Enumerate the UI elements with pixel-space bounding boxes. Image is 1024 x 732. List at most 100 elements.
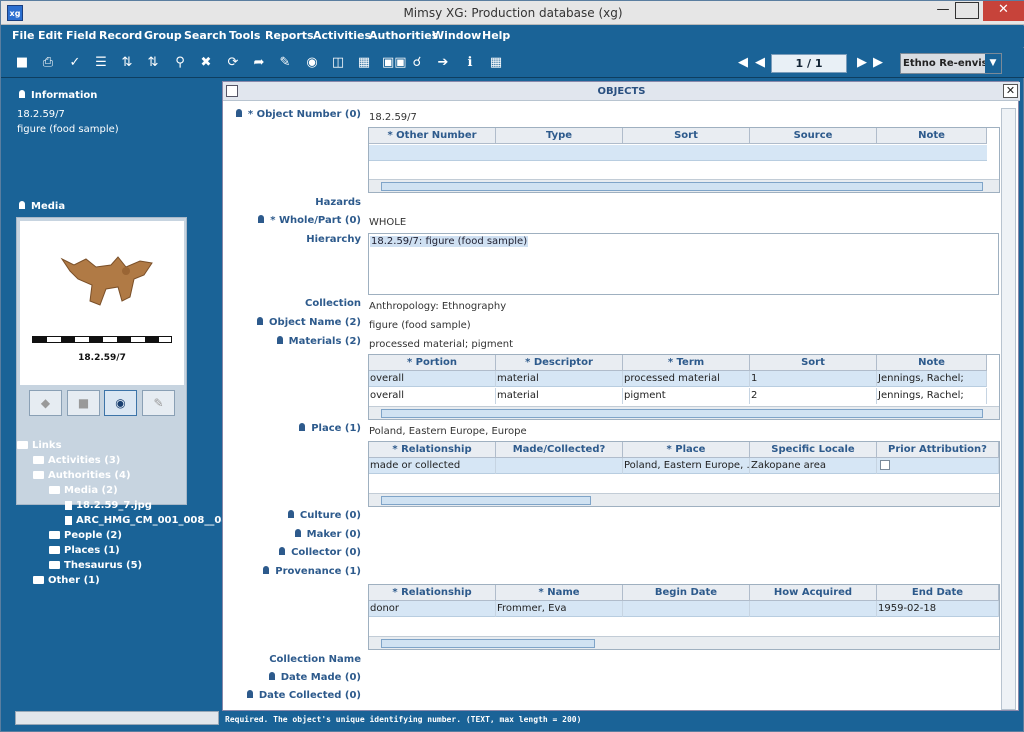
tree-authorities[interactable]: Authorities (4)	[33, 470, 131, 481]
table-cell[interactable]: Frommer, Eva	[496, 601, 623, 617]
left-panel-hscrollbar[interactable]	[15, 711, 219, 725]
table-hscrollbar[interactable]	[369, 179, 999, 192]
tree-other[interactable]: Other (1)	[33, 575, 100, 586]
tree-activities[interactable]: Activities (3)	[33, 455, 120, 466]
table-cell[interactable]	[750, 601, 877, 617]
forward-icon[interactable]: ➔	[434, 54, 452, 72]
table-cell[interactable]: 1959-02-18	[877, 601, 999, 617]
table-row[interactable]	[369, 145, 987, 161]
edit-icon[interactable]: ✎	[276, 54, 294, 72]
menu-tools[interactable]: Tools	[229, 29, 260, 42]
links-header[interactable]: Links	[17, 440, 62, 451]
table-header[interactable]: Note	[877, 128, 987, 144]
sort-asc-icon[interactable]: ⇅	[118, 54, 136, 72]
object-name-value[interactable]: figure (food sample)	[369, 320, 471, 331]
tree-media-file-arc[interactable]: ARC_HMG_CM_001_008__088-I	[65, 515, 243, 526]
table-cell[interactable]: donor	[369, 601, 496, 617]
table-cell[interactable]: Jennings, Rachel;	[877, 388, 987, 404]
place-value[interactable]: Poland, Eastern Europe, Europe	[369, 426, 527, 437]
table-cell[interactable]: overall	[369, 371, 496, 387]
table-cell[interactable]: overall	[369, 388, 496, 404]
menu-reports[interactable]: Reports	[265, 29, 314, 42]
media-header[interactable]: Media	[19, 201, 65, 212]
tree-places[interactable]: Places (1)	[49, 545, 120, 556]
menu-field[interactable]: Field	[66, 29, 96, 42]
table-header[interactable]: * Relationship	[369, 585, 496, 601]
collection-value[interactable]: Anthropology: Ethnography	[369, 301, 506, 312]
tree-media[interactable]: Media (2)	[49, 485, 118, 496]
print-icon[interactable]: ⎙	[39, 54, 57, 72]
info-icon[interactable]: ℹ	[461, 54, 479, 72]
table-header[interactable]: * Portion	[369, 355, 496, 371]
table-header[interactable]: Sort	[623, 128, 750, 144]
table-cell[interactable]	[496, 458, 623, 474]
link-group-icon[interactable]: ☌	[408, 54, 426, 72]
table-cell[interactable]	[623, 601, 750, 617]
target-icon[interactable]: ◉	[303, 54, 321, 72]
table-cell[interactable]: made or collected	[369, 458, 496, 474]
note-icon[interactable]: ◫	[329, 54, 347, 72]
flag-icon[interactable]: ✖	[197, 54, 215, 72]
table-cell[interactable]: material	[496, 371, 623, 387]
table-header[interactable]: Sort	[750, 355, 877, 371]
sort-desc-icon[interactable]: ⇅	[144, 54, 162, 72]
table-header[interactable]: Made/Collected?	[496, 442, 623, 458]
menu-activities[interactable]: Activities	[313, 29, 371, 42]
list-icon[interactable]: ☰	[92, 54, 110, 72]
table-cell[interactable]: Jennings, Rachel;	[877, 371, 987, 387]
table-header[interactable]: End Date	[877, 585, 999, 601]
table-cell[interactable]: 2	[750, 388, 877, 404]
menu-edit[interactable]: Edit	[38, 29, 62, 42]
minimize-button[interactable]: —	[929, 1, 957, 21]
form-vscrollbar[interactable]	[1001, 108, 1016, 710]
menu-search[interactable]: Search	[184, 29, 227, 42]
table-header[interactable]: Specific Locale	[750, 442, 877, 458]
refresh-icon[interactable]: ⟳	[224, 54, 242, 72]
table-header[interactable]: How Acquired	[750, 585, 877, 601]
prior-attribution-checkbox[interactable]	[880, 460, 890, 470]
new-record-icon[interactable]: ■	[13, 54, 31, 72]
table-hscrollbar[interactable]	[369, 493, 999, 506]
table-hscrollbar[interactable]	[369, 406, 999, 419]
whole-part-value[interactable]: WHOLE	[369, 217, 406, 228]
table-cell[interactable]: processed material	[623, 371, 750, 387]
tree-media-file-jpg[interactable]: 18.2.59_7.jpg	[65, 500, 152, 511]
last-record-icon[interactable]: ▶	[869, 54, 887, 72]
run-icon[interactable]: ➦	[250, 54, 268, 72]
close-icon[interactable]: ✕	[1003, 84, 1018, 98]
table-cell[interactable]: pigment	[623, 388, 750, 404]
hierarchy-icon[interactable]: ▦	[355, 54, 373, 72]
search-icon[interactable]: ⚲	[171, 54, 189, 72]
hierarchy-field[interactable]: 18.2.59/7: figure (food sample)	[368, 233, 999, 295]
table-header[interactable]: Prior Attribution?	[877, 442, 999, 458]
close-window-button[interactable]: ✕	[983, 1, 1024, 21]
menu-record[interactable]: Record	[99, 29, 142, 42]
table-cell[interactable]: material	[496, 388, 623, 404]
table-header[interactable]: * Place	[623, 442, 750, 458]
table-header[interactable]: * Term	[623, 355, 750, 371]
materials-value[interactable]: processed material; pigment	[369, 339, 513, 350]
table-header[interactable]: * Relationship	[369, 442, 496, 458]
chevron-down-icon[interactable]: ▼	[985, 54, 1001, 73]
table-header[interactable]: Type	[496, 128, 623, 144]
menu-authorities[interactable]: Authorities	[369, 29, 438, 42]
spellcheck-icon[interactable]: ✓	[66, 54, 84, 72]
prev-record-icon[interactable]: ◀	[751, 54, 769, 72]
grid-icon[interactable]: ▦	[487, 54, 505, 72]
menu-file[interactable]: File	[12, 29, 35, 42]
table-cell[interactable]: Zakopane area	[750, 458, 877, 474]
table-header[interactable]: * Name	[496, 585, 623, 601]
prev-media-button[interactable]: ◆	[29, 390, 62, 416]
object-number-value[interactable]: 18.2.59/7	[369, 112, 417, 123]
table-cell[interactable]: 1	[750, 371, 877, 387]
view-select[interactable]: Ethno Re-envis... ▼	[900, 53, 1002, 74]
link-icon[interactable]: ▣▣	[382, 54, 407, 72]
object-image[interactable]: 18.2.59/7	[20, 221, 184, 385]
edit-media-button[interactable]: ✎	[142, 390, 175, 416]
first-record-icon[interactable]: ◀	[734, 54, 752, 72]
stop-media-button[interactable]: ■	[67, 390, 100, 416]
table-hscrollbar[interactable]	[369, 636, 999, 649]
table-cell[interactable]: Poland, Eastern Europe, ...	[623, 458, 750, 474]
menu-window[interactable]: Window	[432, 29, 481, 42]
menu-help[interactable]: Help	[482, 29, 510, 42]
